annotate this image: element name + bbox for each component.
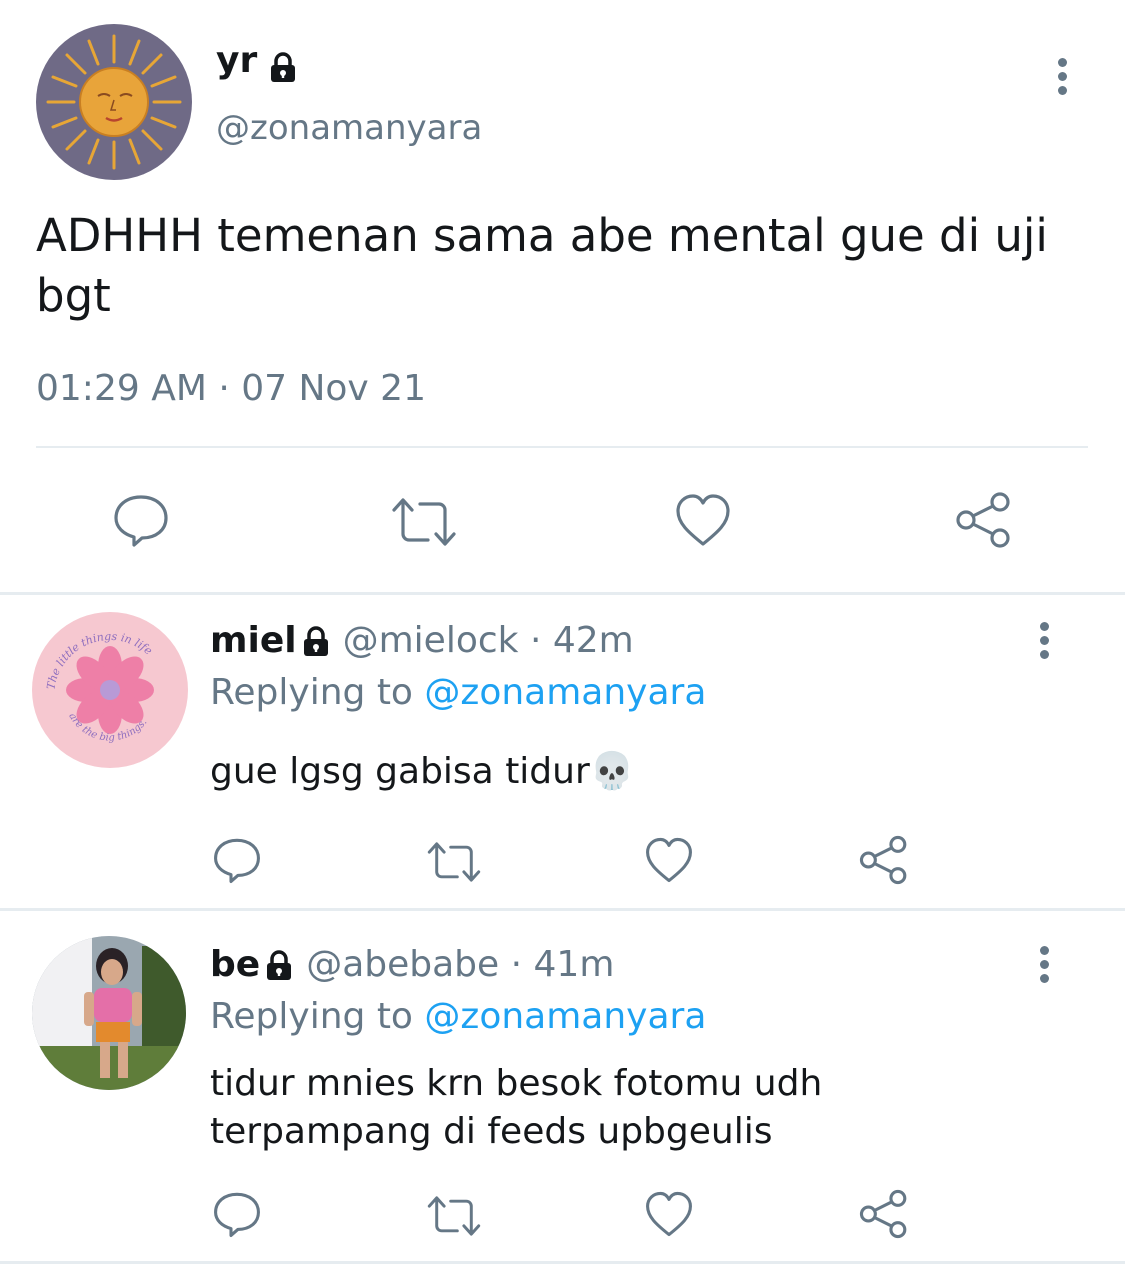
- like-icon[interactable]: [644, 1190, 694, 1238]
- tweet-divider: [0, 908, 1125, 911]
- like-icon[interactable]: [674, 492, 732, 548]
- author-handle[interactable]: @zonamanyara: [216, 108, 482, 148]
- sun-avatar-image: [46, 34, 182, 170]
- avatar-yr[interactable]: [36, 24, 192, 180]
- retweet-icon[interactable]: [390, 496, 458, 548]
- person-avatar-image: [32, 936, 186, 1090]
- tweet-timestamp: 01:29 AM · 07 Nov 21: [36, 368, 426, 409]
- flower-avatar-image: The little things in life are the big th…: [44, 630, 155, 744]
- retweet-icon[interactable]: [426, 1194, 482, 1238]
- share-icon[interactable]: [954, 490, 1014, 550]
- reply-text: tidur mnies krn besok fotomu udh terpamp…: [210, 1060, 822, 1156]
- reply-header: be @abebabe · 41m: [210, 944, 614, 985]
- lock-icon: [264, 950, 294, 982]
- inner-divider: [36, 446, 1088, 448]
- tweet-divider: [0, 1261, 1125, 1264]
- reply-icon[interactable]: [212, 836, 262, 884]
- replying-to: Replying to @zonamanyara: [210, 996, 706, 1037]
- reply-header: miel @mielock · 42m: [210, 620, 634, 661]
- reply-text-line: tidur mnies krn besok fotomu udh: [210, 1063, 823, 1104]
- tweet-text: ADHHH temenan sama abe mental gue di uji…: [36, 209, 1048, 322]
- lock-icon: [301, 626, 331, 658]
- reply-text: gue lgsg gabisa tidur💀: [210, 751, 635, 792]
- replying-to-link[interactable]: @zonamanyara: [424, 996, 706, 1037]
- replying-to: Replying to @zonamanyara: [210, 672, 706, 713]
- avatar-be[interactable]: [32, 936, 186, 1090]
- tweet-divider: [0, 592, 1125, 595]
- more-options-icon[interactable]: [1038, 622, 1050, 662]
- share-icon[interactable]: [858, 834, 910, 886]
- reply-icon[interactable]: [112, 492, 170, 548]
- share-icon[interactable]: [858, 1188, 910, 1240]
- replying-to-link[interactable]: @zonamanyara: [424, 672, 706, 713]
- display-name[interactable]: yr: [216, 40, 257, 81]
- author-handle[interactable]: @mielock: [343, 620, 519, 661]
- retweet-icon[interactable]: [426, 840, 482, 884]
- display-name[interactable]: be: [210, 944, 260, 985]
- display-name[interactable]: miel: [210, 620, 297, 661]
- author-handle[interactable]: @abebabe: [306, 944, 499, 985]
- reply-time: · 42m: [529, 620, 634, 661]
- reply-time: · 41m: [510, 944, 615, 985]
- more-options-icon[interactable]: [1056, 58, 1068, 98]
- author-name-row: yr: [216, 40, 298, 84]
- reply-icon[interactable]: [212, 1190, 262, 1238]
- avatar-miel[interactable]: The little things in life are the big th…: [32, 612, 188, 768]
- replying-label: Replying to: [210, 672, 413, 713]
- like-icon[interactable]: [644, 836, 694, 884]
- replying-label: Replying to: [210, 996, 413, 1037]
- more-options-icon[interactable]: [1038, 946, 1050, 986]
- reply-text-line: terpampang di feeds upbgeulis: [210, 1111, 773, 1152]
- lock-icon: [268, 51, 298, 84]
